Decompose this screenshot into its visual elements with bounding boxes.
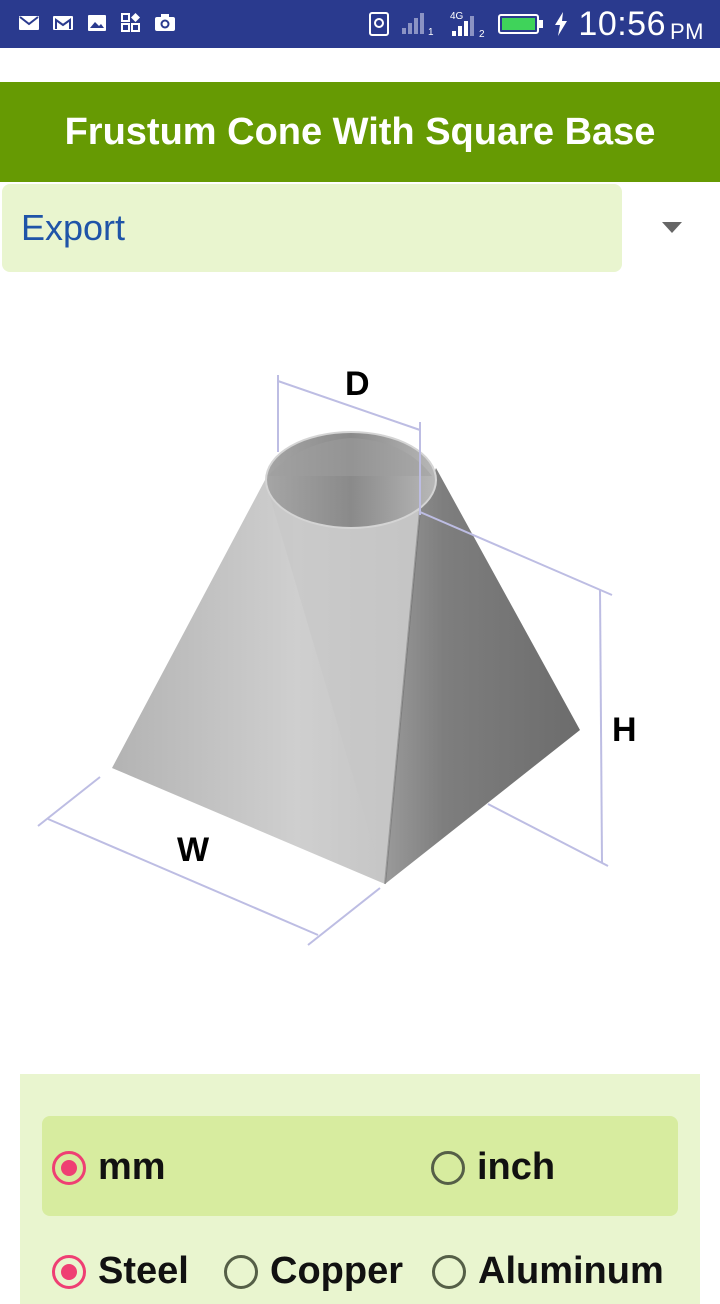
dimension-label-d: D <box>345 365 370 403</box>
radio-checked-icon[interactable] <box>52 1150 86 1185</box>
unit-option-mm[interactable]: mm <box>52 1146 166 1189</box>
network-type-label: 4G <box>450 11 464 22</box>
system-status: 1 4G 2 10:56 PM <box>368 0 704 48</box>
clock-ampm: PM <box>670 18 704 44</box>
material-option-label: Aluminum <box>478 1250 664 1292</box>
export-spinner[interactable]: Export <box>2 184 622 272</box>
sim-card-icon <box>369 12 390 36</box>
material-option-steel[interactable]: Steel <box>52 1250 189 1293</box>
signal-icon: 1 <box>402 13 434 37</box>
unit-option-inch[interactable]: inch <box>431 1146 555 1189</box>
unit-option-label: mm <box>98 1146 166 1188</box>
camera-icon <box>155 14 175 31</box>
radio-unchecked-icon[interactable] <box>224 1254 258 1289</box>
app-grid-icon <box>121 13 140 32</box>
frustum-diagram: D H W <box>37 365 637 946</box>
radio-unchecked-icon[interactable] <box>431 1150 465 1185</box>
notification-icons <box>18 12 176 34</box>
mail-icon <box>19 16 39 30</box>
sim1-label: 1 <box>428 27 434 37</box>
gmail-icon <box>53 16 73 30</box>
dimension-label-w: W <box>177 831 210 869</box>
page-title: Frustum Cone With Square Base <box>64 110 656 153</box>
dimension-label-h: H <box>612 711 637 749</box>
radio-checked-icon[interactable] <box>52 1254 86 1289</box>
material-option-label: Copper <box>270 1250 403 1292</box>
sim2-label: 2 <box>479 29 485 39</box>
unit-radio-group: mm inch <box>42 1116 678 1216</box>
status-bar: 1 4G 2 10:56 PM <box>0 0 720 48</box>
image-icon <box>88 15 106 31</box>
charging-icon <box>555 12 568 36</box>
material-option-aluminum[interactable]: Aluminum <box>432 1250 664 1293</box>
radio-unchecked-icon[interactable] <box>432 1254 466 1289</box>
material-option-label: Steel <box>98 1250 189 1292</box>
options-panel: mm inch Steel Copper Aluminum <box>20 1074 700 1304</box>
signal-4g-icon: 4G 2 <box>450 11 485 39</box>
unit-option-label: inch <box>477 1146 556 1188</box>
dropdown-arrow-icon[interactable] <box>662 222 682 233</box>
clock-time: 10:56 PM <box>578 4 704 44</box>
battery-icon <box>498 14 544 34</box>
spinner-selected-value: Export <box>21 207 126 248</box>
material-option-copper[interactable]: Copper <box>224 1250 403 1293</box>
app-title-bar: Frustum Cone With Square Base <box>0 82 720 182</box>
